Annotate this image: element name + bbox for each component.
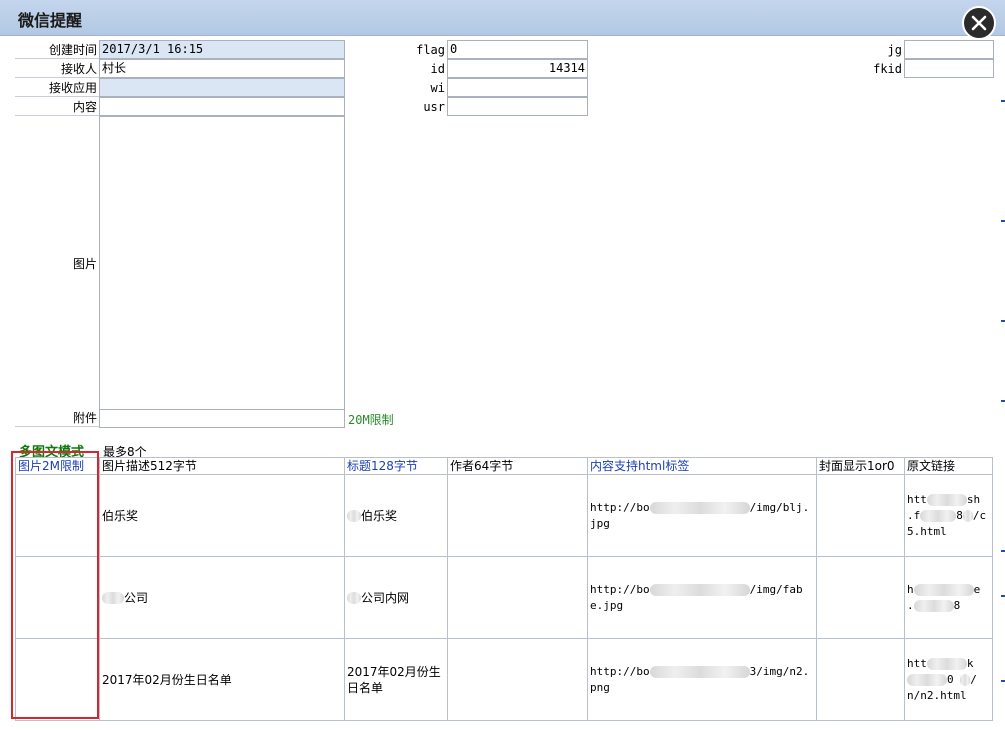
header-link: 原文链接 bbox=[904, 457, 993, 475]
created-field[interactable]: 2017/3/1 16:15 bbox=[99, 40, 345, 59]
row-title[interactable]: 伯乐奖 bbox=[344, 474, 448, 557]
row-image-cell[interactable] bbox=[15, 474, 100, 557]
header-image[interactable]: 图片2M限制 bbox=[15, 457, 100, 475]
app-field[interactable] bbox=[99, 78, 345, 97]
id-label: id bbox=[430, 62, 445, 76]
row-content[interactable]: http://bo/img/fabe.jpg bbox=[587, 556, 817, 639]
row-cover[interactable] bbox=[816, 638, 905, 721]
attachment-field[interactable] bbox=[99, 409, 345, 428]
row-author[interactable] bbox=[447, 556, 588, 639]
row-description[interactable]: 伯乐奖 bbox=[99, 474, 345, 557]
row-cover[interactable] bbox=[816, 556, 905, 639]
header-author: 作者64字节 bbox=[447, 457, 588, 475]
news-table-header: 图片2M限制 图片描述512字节 标题128字节 作者64字节 内容支持html… bbox=[15, 457, 993, 475]
image-label: 图片 bbox=[72, 257, 97, 271]
flag-field[interactable]: 0 bbox=[447, 40, 588, 59]
created-label: 创建时间 bbox=[15, 41, 99, 59]
right-edge-markers bbox=[1001, 50, 1005, 730]
row-title[interactable]: 公司内网 bbox=[344, 556, 448, 639]
window-title: 微信提醒 bbox=[18, 11, 83, 30]
table-row: 公司 公司内网 http://bo/img/fabe.jpg he .8 bbox=[15, 556, 993, 639]
header-content[interactable]: 内容支持html标签 bbox=[587, 457, 817, 475]
row-link[interactable]: htt k 0 /n/n2.html bbox=[904, 638, 993, 721]
row-author[interactable] bbox=[447, 474, 588, 557]
row-title[interactable]: 2017年02月份生日名单 bbox=[344, 638, 448, 721]
receiver-label: 接收人 bbox=[15, 60, 99, 78]
news-table: 图片2M限制 图片描述512字节 标题128字节 作者64字节 内容支持html… bbox=[15, 457, 993, 721]
jg-field[interactable] bbox=[904, 40, 994, 59]
row-content[interactable]: http://bo/img/blj.jpg bbox=[587, 474, 817, 557]
close-icon bbox=[971, 15, 987, 31]
receiver-field[interactable]: 村长 bbox=[99, 59, 345, 78]
row-description[interactable]: 2017年02月份生日名单 bbox=[99, 638, 345, 721]
table-row: 伯乐奖 伯乐奖 http://bo/img/blj.jpg htt sh .f 8/… bbox=[15, 474, 993, 557]
fkid-label: fkid bbox=[873, 62, 902, 76]
row-image-cell[interactable] bbox=[15, 556, 100, 639]
header-cover: 封面显示1or0 bbox=[816, 457, 905, 475]
wi-field[interactable] bbox=[447, 78, 588, 97]
content-field[interactable] bbox=[99, 97, 345, 116]
close-button[interactable] bbox=[962, 6, 996, 40]
row-image-cell[interactable] bbox=[15, 638, 100, 721]
row-description[interactable]: 公司 bbox=[99, 556, 345, 639]
attachment-limit-note: 20M限制 bbox=[348, 413, 394, 427]
image-area[interactable] bbox=[99, 116, 345, 411]
row-link[interactable]: he .8 bbox=[904, 556, 993, 639]
wi-label: wi bbox=[430, 81, 445, 95]
attachment-label: 附件 bbox=[15, 409, 99, 427]
table-row: 2017年02月份生日名单 2017年02月份生日名单 http://bo 3/i… bbox=[15, 638, 993, 721]
row-cover[interactable] bbox=[816, 474, 905, 557]
flag-label: flag bbox=[416, 43, 445, 57]
fkid-field[interactable] bbox=[904, 59, 994, 78]
row-content[interactable]: http://bo 3/img/n2.png bbox=[587, 638, 817, 721]
title-bar: 微信提醒 bbox=[0, 0, 1005, 36]
header-title[interactable]: 标题128字节 bbox=[344, 457, 448, 475]
row-author[interactable] bbox=[447, 638, 588, 721]
row-link[interactable]: htt sh .f 8/c5.html bbox=[904, 474, 993, 557]
usr-label: usr bbox=[423, 100, 445, 114]
header-description: 图片描述512字节 bbox=[99, 457, 345, 475]
jg-label: jg bbox=[887, 43, 902, 57]
usr-field[interactable] bbox=[447, 97, 588, 116]
content-label: 内容 bbox=[15, 98, 99, 116]
app-label: 接收应用 bbox=[15, 79, 99, 97]
id-field[interactable]: 14314 bbox=[447, 59, 588, 78]
